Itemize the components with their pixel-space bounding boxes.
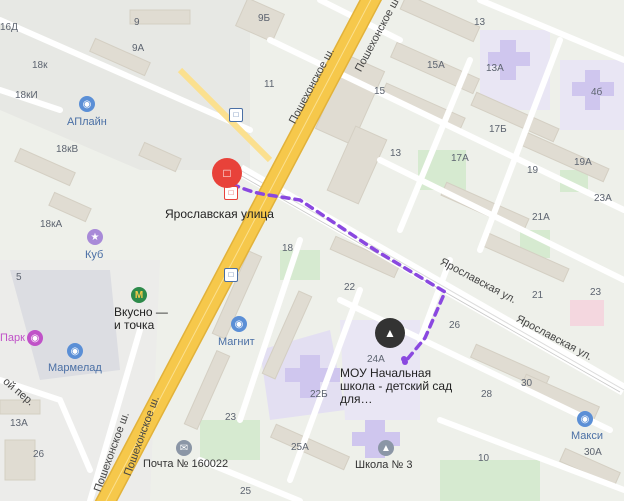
bus-stop-pin[interactable]: □ bbox=[212, 158, 242, 188]
building-number: 19 bbox=[527, 165, 539, 176]
school-pin[interactable]: ▲ bbox=[375, 318, 405, 348]
poi-vkusno-label[interactable]: Вкусно — и точка bbox=[114, 306, 184, 332]
building-number: 15А bbox=[427, 60, 445, 71]
building-number: 18кИ bbox=[15, 90, 38, 101]
building-number: 30 bbox=[521, 378, 533, 389]
building-number: 30А bbox=[584, 447, 602, 458]
building-number: 17А bbox=[451, 153, 469, 164]
building-number: 23 bbox=[590, 287, 602, 298]
building-number: 9А bbox=[132, 43, 145, 54]
building-number: 5 bbox=[16, 272, 22, 283]
building-number: 18кВ bbox=[56, 144, 79, 155]
shopping-bag-icon[interactable]: ◉ bbox=[67, 343, 83, 359]
map-canvas[interactable]: 16Д 9 9Б 9А 18к 18кИ 18кВ 18кА 11 5 13 1… bbox=[0, 0, 624, 501]
building-number: 25 bbox=[240, 486, 252, 497]
poi-pochta-label[interactable]: Почта № 160022 bbox=[143, 458, 228, 470]
poi-aplain-label[interactable]: АПлайн bbox=[67, 116, 107, 128]
bus-stop-icon[interactable]: □ bbox=[224, 186, 238, 200]
building-number: 13 bbox=[474, 17, 486, 28]
building-number: 13 bbox=[390, 148, 402, 159]
building-number: 25А bbox=[291, 442, 309, 453]
bus-stop-icon[interactable]: □ bbox=[224, 268, 238, 282]
poi-magnit-label[interactable]: Магнит bbox=[218, 336, 255, 348]
building-number: 18 bbox=[282, 243, 294, 254]
poi-maxi-label[interactable]: Макси bbox=[571, 430, 603, 442]
building-number: 22 bbox=[344, 282, 356, 293]
building-number: 13А bbox=[10, 418, 28, 429]
building-number: 15 bbox=[374, 86, 386, 97]
shopping-bag-icon[interactable]: ◉ bbox=[27, 330, 43, 346]
building-number: 18к bbox=[32, 60, 48, 71]
fastfood-icon[interactable]: M bbox=[131, 287, 147, 303]
building-number: 16Д bbox=[0, 22, 18, 33]
poi-park-label[interactable]: Парк bbox=[0, 332, 25, 344]
building-number: 21 bbox=[532, 290, 544, 301]
building-number: 4б bbox=[591, 87, 603, 98]
building-number: 22Б bbox=[310, 389, 328, 400]
post-office-icon[interactable]: ✉ bbox=[176, 440, 192, 456]
destination-label[interactable]: МОУ Начальная школа - детский сад для… bbox=[340, 367, 490, 406]
shopping-bag-icon[interactable]: ◉ bbox=[79, 96, 95, 112]
building-number: 21А bbox=[532, 212, 550, 223]
poi-marmelad-label[interactable]: Мармелад bbox=[48, 362, 102, 374]
building-number: 19А bbox=[574, 157, 592, 168]
route-end-dot bbox=[401, 356, 407, 362]
poi-school3-label[interactable]: Школа № 3 bbox=[355, 459, 412, 471]
building-number: 11 bbox=[264, 79, 275, 90]
building-number: 17Б bbox=[489, 124, 507, 135]
poi-kub-label[interactable]: Куб bbox=[85, 249, 103, 261]
building-number: 9Б bbox=[258, 13, 271, 24]
building-number: 9 bbox=[134, 17, 140, 28]
school-icon[interactable]: ▲ bbox=[378, 440, 394, 456]
building-number: 13А bbox=[486, 63, 504, 74]
trophy-icon[interactable]: ★ bbox=[87, 229, 103, 245]
shopping-bag-icon[interactable]: ◉ bbox=[577, 411, 593, 427]
building-number: 26 bbox=[33, 449, 45, 460]
building-number: 24А bbox=[367, 354, 385, 365]
building-number: 10 bbox=[478, 453, 490, 464]
bus-stop-icon[interactable]: □ bbox=[229, 108, 243, 122]
building-number: 23А bbox=[594, 193, 612, 204]
building-number: 23 bbox=[225, 412, 237, 423]
shopping-bag-icon[interactable]: ◉ bbox=[231, 316, 247, 332]
building-number: 18кА bbox=[40, 219, 63, 230]
building-number: 26 bbox=[449, 320, 461, 331]
stop-name-label[interactable]: Ярославская улица bbox=[165, 207, 274, 221]
